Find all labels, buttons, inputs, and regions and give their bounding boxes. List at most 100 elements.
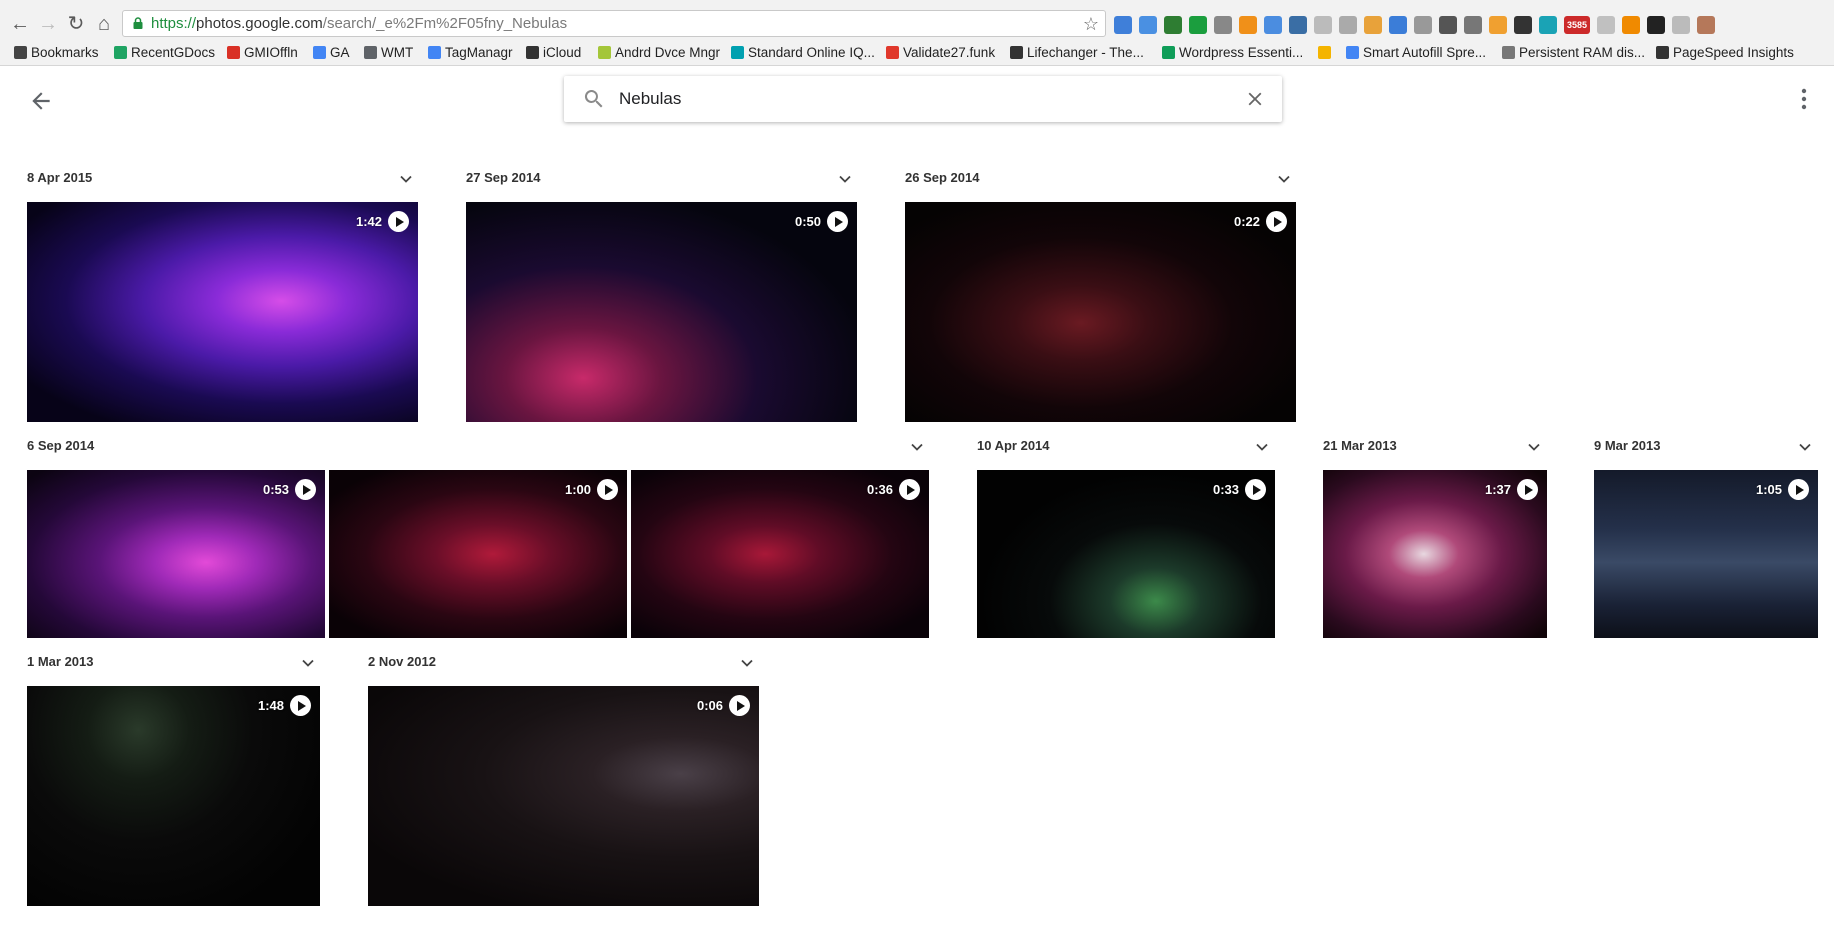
bookmark-item[interactable] — [1318, 44, 1335, 62]
extension-icon[interactable] — [1339, 16, 1357, 34]
chevron-down-icon[interactable] — [1527, 440, 1541, 454]
drive-icon — [114, 46, 127, 59]
star-icon — [14, 46, 27, 59]
bookmark-label: Andrd Dvce Mngr — [615, 45, 721, 60]
extension-icon[interactable] — [1514, 16, 1532, 34]
bookmark-item[interactable]: Persistent RAM dis... — [1502, 44, 1645, 62]
group-date: 8 Apr 2015 — [27, 170, 93, 185]
chevron-down-icon[interactable] — [838, 172, 852, 186]
extension-icon[interactable] — [1622, 16, 1640, 34]
extension-icon[interactable] — [1439, 16, 1457, 34]
group-date: 1 Mar 2013 — [27, 654, 94, 669]
extension-icon[interactable] — [1697, 16, 1715, 34]
bookmark-item[interactable]: PageSpeed Insights — [1656, 44, 1794, 62]
extension-icon[interactable] — [1539, 16, 1557, 34]
extension-icon[interactable] — [1189, 16, 1207, 34]
chevron-down-icon[interactable] — [1277, 172, 1291, 186]
extension-icon[interactable] — [1164, 16, 1182, 34]
video-duration: 0:36 — [866, 482, 893, 497]
extension-icon[interactable] — [1647, 16, 1665, 34]
chart-icon — [1318, 46, 1331, 59]
browser-toolbar: ← → ↻ ⌂ https://photos.google.com/search… — [0, 6, 1834, 42]
google-icon — [313, 46, 326, 59]
bookmark-item[interactable]: GA — [313, 44, 350, 62]
extension-icon[interactable] — [1364, 16, 1382, 34]
bookmark-item[interactable]: Bookmarks — [14, 44, 99, 62]
video-duration: 0:22 — [1233, 214, 1260, 229]
reload-button[interactable]: ↻ — [64, 12, 88, 36]
search-input[interactable]: Nebulas — [619, 88, 681, 110]
extension-icon[interactable] — [1464, 16, 1482, 34]
group-date: 21 Mar 2013 — [1323, 438, 1397, 453]
pin-icon — [1010, 46, 1023, 59]
extension-icon[interactable] — [1489, 16, 1507, 34]
back-arrow-icon[interactable] — [28, 88, 54, 114]
chevron-down-icon[interactable] — [301, 656, 315, 670]
bookmark-item[interactable]: WMT — [364, 44, 413, 62]
search-icon — [584, 90, 603, 108]
extension-icon[interactable] — [1139, 16, 1157, 34]
extension-icon[interactable] — [1264, 16, 1282, 34]
bookmark-item[interactable]: Andrd Dvce Mngr — [598, 44, 720, 62]
bookmark-label: GMIOffln — [244, 45, 298, 60]
extension-icon[interactable] — [1597, 16, 1615, 34]
video-thumbnail[interactable]: 0:36 — [631, 470, 929, 638]
video-duration: 1:42 — [355, 214, 382, 229]
play-icon — [899, 479, 920, 500]
address-bar[interactable]: https://photos.google.com/search/_e%2Fm%… — [122, 10, 1106, 37]
chevron-down-icon[interactable] — [910, 440, 924, 454]
extension-icon[interactable] — [1239, 16, 1257, 34]
video-thumbnail[interactable]: 0:50 — [466, 202, 857, 422]
search-bar[interactable]: Nebulas — [564, 76, 1282, 122]
bookmark-item[interactable]: iCloud — [526, 44, 581, 62]
clear-search-icon[interactable] — [1244, 88, 1266, 110]
extension-icon[interactable] — [1389, 16, 1407, 34]
extension-icon[interactable] — [1114, 16, 1132, 34]
play-icon — [827, 211, 848, 232]
video-thumbnail[interactable]: 1:42 — [27, 202, 418, 422]
bookmark-item[interactable]: TagManagr — [428, 44, 513, 62]
browser-forward-button[interactable]: → — [36, 12, 60, 36]
video-thumbnail[interactable]: 1:05 — [1594, 470, 1818, 638]
bookmark-item[interactable]: Lifechanger - The... — [1010, 44, 1144, 62]
browser-back-button[interactable]: ← — [8, 12, 32, 36]
more-options-icon[interactable] — [1795, 86, 1813, 112]
chevron-down-icon[interactable] — [399, 172, 413, 186]
group-date: 9 Mar 2013 — [1594, 438, 1661, 453]
extension-icon[interactable] — [1289, 16, 1307, 34]
chevron-down-icon[interactable] — [1255, 440, 1269, 454]
url-host: photos.google.com — [196, 15, 323, 32]
bookmark-item[interactable]: Wordpress Essenti... — [1162, 44, 1303, 62]
video-thumbnail[interactable]: 0:22 — [905, 202, 1296, 422]
play-icon — [729, 695, 750, 716]
bookmark-item[interactable]: RecentGDocs — [114, 44, 215, 62]
chevron-down-icon[interactable] — [740, 656, 754, 670]
play-icon — [388, 211, 409, 232]
home-button[interactable]: ⌂ — [92, 12, 116, 36]
video-thumbnail[interactable]: 0:06 — [368, 686, 759, 906]
bookmark-label: Lifechanger - The... — [1027, 45, 1144, 60]
bookmark-label: Validate27.funk — [903, 45, 996, 60]
video-thumbnail[interactable]: 1:37 — [1323, 470, 1547, 638]
bookmark-item[interactable]: Smart Autofill Spre... — [1346, 44, 1486, 62]
bookmark-item[interactable]: GMIOffln — [227, 44, 298, 62]
bookmark-label: Bookmarks — [31, 45, 99, 60]
bookmark-label: GA — [330, 45, 350, 60]
badge-extension-icon[interactable]: 3585 — [1564, 16, 1590, 34]
browser-chrome: ← → ↻ ⌂ https://photos.google.com/search… — [0, 0, 1834, 66]
chevron-down-icon[interactable] — [1798, 440, 1812, 454]
video-thumbnail[interactable]: 0:53 — [27, 470, 325, 638]
video-thumbnail[interactable]: 1:00 — [329, 470, 627, 638]
bookmark-star-icon[interactable]: ☆ — [1083, 12, 1099, 36]
play-icon — [1245, 479, 1266, 500]
video-duration: 1:37 — [1484, 482, 1511, 497]
extension-icon[interactable] — [1414, 16, 1432, 34]
video-duration: 1:00 — [564, 482, 591, 497]
bookmark-item[interactable]: Standard Online IQ... — [731, 44, 875, 62]
video-thumbnail[interactable]: 1:48 — [27, 686, 320, 906]
extension-icon[interactable] — [1214, 16, 1232, 34]
bookmark-item[interactable]: Validate27.funk — [886, 44, 995, 62]
video-thumbnail[interactable]: 0:33 — [977, 470, 1275, 638]
extension-icon[interactable] — [1314, 16, 1332, 34]
extension-icon[interactable] — [1672, 16, 1690, 34]
